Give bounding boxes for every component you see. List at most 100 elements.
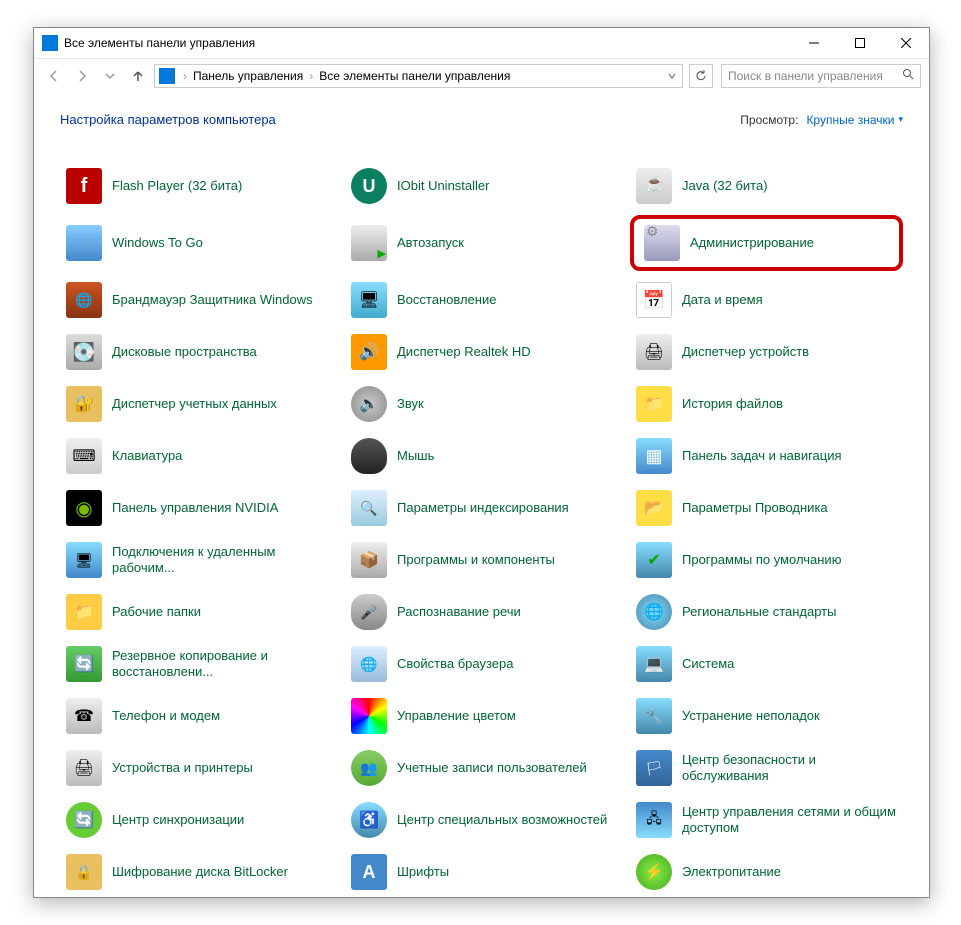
- cp-item-label: Брандмауэр Защитника Windows: [112, 292, 313, 308]
- cp-item-color-management[interactable]: Управление цветом: [345, 693, 618, 739]
- back-button[interactable]: [42, 64, 66, 88]
- cp-item-label: Центр управления сетями и общим доступом: [682, 804, 897, 837]
- cp-item-programs[interactable]: Программы и компоненты: [345, 537, 618, 583]
- cp-item-label: Устранение неполадок: [682, 708, 820, 724]
- bitlocker-icon: [66, 854, 102, 890]
- view-label: Просмотр:: [740, 113, 798, 127]
- cp-item-power-options[interactable]: Электропитание: [630, 849, 903, 895]
- cp-item-ease-of-access[interactable]: Центр специальных возможностей: [345, 797, 618, 843]
- titlebar: Все элементы панели управления: [34, 28, 929, 58]
- cp-item-nvidia[interactable]: Панель управления NVIDIA: [60, 485, 333, 531]
- speech-icon: [351, 594, 387, 630]
- cp-item-user-accounts[interactable]: Учетные записи пользователей: [345, 745, 618, 791]
- cp-item-label: Панель задач и навигация: [682, 448, 842, 464]
- search-input[interactable]: Поиск в панели управления: [721, 64, 921, 88]
- cp-item-storage-spaces[interactable]: Дисковые пространства: [60, 329, 333, 375]
- control-panel-window: Все элементы панели управления › Панель …: [33, 27, 930, 898]
- device-manager-icon: [636, 334, 672, 370]
- cp-item-taskbar[interactable]: Панель задач и навигация: [630, 433, 903, 479]
- window-controls: [791, 28, 929, 58]
- file-history-icon: [636, 386, 672, 422]
- java-icon: [636, 168, 672, 204]
- close-button[interactable]: [883, 28, 929, 58]
- internet-options-icon: [351, 646, 387, 682]
- cp-item-mouse[interactable]: Мышь: [345, 433, 618, 479]
- forward-button[interactable]: [70, 64, 94, 88]
- cp-item-label: Flash Player (32 бита): [112, 178, 242, 194]
- cp-item-label: Параметры индексирования: [397, 500, 569, 516]
- cp-item-speech[interactable]: Распознавание речи: [345, 589, 618, 635]
- cp-item-system[interactable]: Система: [630, 641, 903, 687]
- indexing-icon: [351, 490, 387, 526]
- cp-item-autorun[interactable]: Автозапуск: [345, 215, 618, 271]
- cp-item-label: Шифрование диска BitLocker: [112, 864, 288, 880]
- cp-item-internet-options[interactable]: Свойства браузера: [345, 641, 618, 687]
- address-dropdown[interactable]: [662, 69, 682, 83]
- cp-item-file-history[interactable]: История файлов: [630, 381, 903, 427]
- recent-dropdown[interactable]: [98, 64, 122, 88]
- cp-item-label: Клавиатура: [112, 448, 182, 464]
- cp-item-phone-modem[interactable]: Телефон и модем: [60, 693, 333, 739]
- autorun-icon: [351, 225, 387, 261]
- cp-item-credential-manager[interactable]: Диспетчер учетных данных: [60, 381, 333, 427]
- cp-item-explorer-options[interactable]: Параметры Проводника: [630, 485, 903, 531]
- cp-item-troubleshooting[interactable]: Устранение неполадок: [630, 693, 903, 739]
- default-programs-icon: [636, 542, 672, 578]
- cp-item-indexing[interactable]: Параметры индексирования: [345, 485, 618, 531]
- devices-printers-icon: [66, 750, 102, 786]
- cp-item-realtek[interactable]: Диспетчер Realtek HD: [345, 329, 618, 375]
- cp-item-label: Свойства браузера: [397, 656, 513, 672]
- navigation-bar: › Панель управления › Все элементы панел…: [34, 58, 929, 92]
- breadcrumb-separator: ›: [179, 69, 191, 83]
- cp-item-label: Диспетчер учетных данных: [112, 396, 277, 412]
- cp-item-iobit-uninstaller[interactable]: UIObit Uninstaller: [345, 163, 618, 209]
- security-center-icon: [636, 750, 672, 786]
- system-icon: [636, 646, 672, 682]
- cp-item-recovery[interactable]: Восстановление: [345, 277, 618, 323]
- cp-item-work-folders[interactable]: Рабочие папки: [60, 589, 333, 635]
- cp-item-network-center[interactable]: Центр управления сетями и общим доступом: [630, 797, 903, 843]
- cp-item-label: Программы и компоненты: [397, 552, 555, 568]
- cp-item-label: Программы по умолчанию: [682, 552, 841, 568]
- cp-item-date-time[interactable]: Дата и время: [630, 277, 903, 323]
- cp-item-region[interactable]: Региональные стандарты: [630, 589, 903, 635]
- cp-item-keyboard[interactable]: Клавиатура: [60, 433, 333, 479]
- cp-item-flash-player[interactable]: f Flash Player (32 бита): [60, 163, 333, 209]
- cp-item-sound[interactable]: Звук: [345, 381, 618, 427]
- cp-item-java[interactable]: Java (32 бита): [630, 163, 903, 209]
- cp-item-remote-desktop[interactable]: Подключения к удаленным рабочим...: [60, 537, 333, 583]
- cp-item-label: Телефон и модем: [112, 708, 220, 724]
- cp-item-label: Шрифты: [397, 864, 449, 880]
- cp-item-default-programs[interactable]: Программы по умолчанию: [630, 537, 903, 583]
- cp-item-devices-printers[interactable]: Устройства и принтеры: [60, 745, 333, 791]
- cp-item-label: Распознавание речи: [397, 604, 521, 620]
- up-button[interactable]: [126, 64, 150, 88]
- cp-item-backup[interactable]: Резервное копирование и восстановлени...: [60, 641, 333, 687]
- breadcrumb-root[interactable]: Панель управления: [191, 69, 305, 83]
- flash-player-icon: f: [66, 168, 102, 204]
- cp-item-device-manager[interactable]: Диспетчер устройств: [630, 329, 903, 375]
- cp-item-administration[interactable]: Администрирование: [630, 215, 903, 271]
- minimize-button[interactable]: [791, 28, 837, 58]
- cp-item-label: Устройства и принтеры: [112, 760, 253, 776]
- cp-item-label: Центр синхронизации: [112, 812, 244, 828]
- cp-item-label: Дата и время: [682, 292, 763, 308]
- refresh-button[interactable]: [689, 64, 713, 88]
- cp-item-security-center[interactable]: Центр безопасности и обслуживания: [630, 745, 903, 791]
- cp-item-bitlocker[interactable]: Шифрование диска BitLocker: [60, 849, 333, 895]
- maximize-button[interactable]: [837, 28, 883, 58]
- address-bar[interactable]: › Панель управления › Все элементы панел…: [154, 64, 683, 88]
- breadcrumb-current[interactable]: Все элементы панели управления: [317, 69, 512, 83]
- view-dropdown[interactable]: Крупные значки: [806, 113, 903, 127]
- realtek-icon: [351, 334, 387, 370]
- cp-item-sync-center[interactable]: Центр синхронизации: [60, 797, 333, 843]
- cp-item-label: Восстановление: [397, 292, 496, 308]
- content-header: Настройка параметров компьютера Просмотр…: [60, 112, 903, 127]
- breadcrumb-separator: ›: [305, 69, 317, 83]
- sync-center-icon: [66, 802, 102, 838]
- backup-icon: [66, 646, 102, 682]
- cp-item-fonts[interactable]: Шрифты: [345, 849, 618, 895]
- cp-item-firewall[interactable]: Брандмауэр Защитника Windows: [60, 277, 333, 323]
- cp-item-label: Управление цветом: [397, 708, 516, 724]
- cp-item-windows-to-go[interactable]: Windows To Go: [60, 215, 333, 271]
